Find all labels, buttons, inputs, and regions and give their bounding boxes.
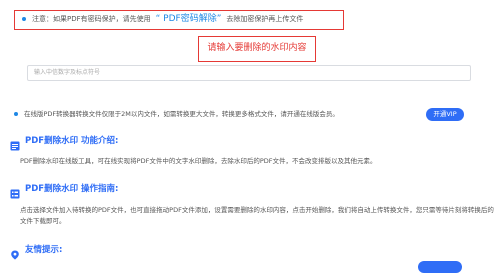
guide-section-body: 点击选择文件加入待转换的PDF文件，也可直接拖动PDF文件添加，设置需要删除的水… — [20, 206, 494, 225]
guide-list-icon — [10, 184, 20, 199]
intro-section-title: PDF删除水印 功能介绍: — [25, 136, 119, 146]
intro-section-body: PDF删除水印在线版工具，可在线实现将PDF文件中的文字水印删除，去除水印后的P… — [20, 157, 377, 165]
tips-section-title: 友情提示: — [25, 245, 63, 255]
vip-notice: 在线版PDF转换器转换文件仅限于2M以内文件，如需转换更大文件，转换更多格式文件… — [24, 110, 339, 118]
bullet-dot-icon — [22, 17, 26, 21]
bottom-action-button[interactable] — [418, 261, 462, 273]
open-vip-button[interactable]: 开通VIP — [426, 108, 464, 121]
location-pin-icon — [10, 245, 20, 260]
watermark-hint-label: 请输入要删除的水印内容 — [207, 43, 307, 53]
watermark-input-placeholder: 输入中信数字及标点符号 — [34, 69, 101, 76]
guide-section-title: PDF删除水印 操作指南: — [25, 184, 119, 194]
password-notice: 注意：如果PDF有密码保护，请先使用 “ PDF密码解除” 去除加密保护再上传文件 — [32, 13, 303, 25]
bullet-dot-icon — [14, 112, 18, 116]
notice-prefix: 注意：如果PDF有密码保护，请先使用 — [32, 15, 151, 23]
document-icon — [10, 136, 20, 151]
pdf-password-remove-link[interactable]: “ PDF密码解除” — [156, 14, 222, 24]
notice-suffix: 去除加密保护再上传文件 — [226, 15, 304, 23]
